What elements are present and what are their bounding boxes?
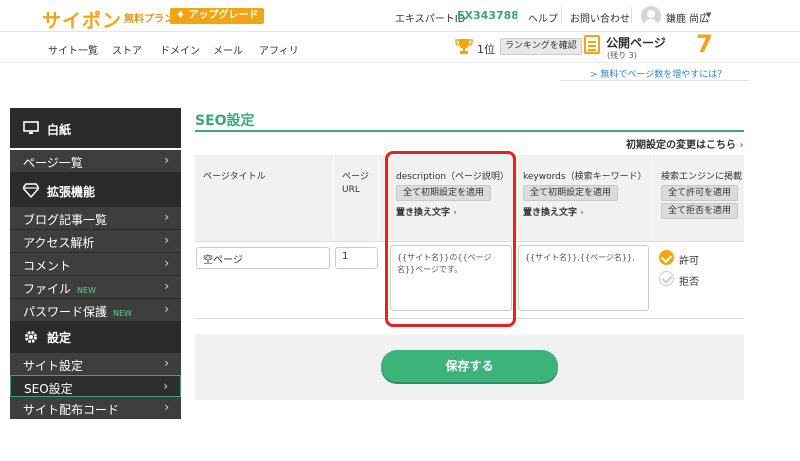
gear-icon: [25, 331, 37, 343]
title-underline: [195, 130, 744, 132]
column-page-title: ページタイトル: [203, 172, 266, 182]
column-keywords: keywords（検索キーワード）: [523, 172, 647, 182]
header-divider: [631, 7, 632, 23]
chevron-down-icon[interactable]: ▼: [706, 11, 711, 19]
rank-value: 1位: [477, 43, 495, 56]
keywords-textarea[interactable]: {{サイト名}},{{ページ名}},: [518, 245, 649, 311]
ranking-button[interactable]: ランキングを確認: [500, 38, 582, 55]
column-divider: [378, 158, 379, 238]
sidebar-item-label: SEO設定: [24, 382, 73, 396]
nav-mail[interactable]: メール: [213, 42, 243, 57]
column-divider: [652, 158, 653, 238]
allow-all-button[interactable]: 全て許可を適用: [661, 185, 739, 201]
save-button[interactable]: 保存する: [381, 350, 558, 382]
page-url-input[interactable]: 1: [335, 247, 378, 269]
chevron-right-icon: ›: [164, 302, 169, 316]
chevron-right-icon: ›: [163, 379, 168, 393]
sidebar-section-label: 設定: [47, 331, 72, 345]
header-divider: [561, 7, 562, 23]
sidebar-item-password[interactable]: パスワード保護 NEW ›: [10, 299, 181, 321]
sidebar-item-comment[interactable]: コメント ›: [10, 253, 181, 275]
sidebar-item-label: パスワード保護: [23, 305, 108, 319]
pages-remaining: (残り 3): [607, 51, 637, 60]
trophy-icon: [455, 39, 473, 54]
published-pages-count: 7: [696, 30, 713, 58]
sidebar-section-extensions: 拡張機能: [10, 172, 181, 209]
sidebar-section-settings: 設定: [10, 321, 181, 353]
header-divider: [0, 31, 800, 32]
chevron-right-icon: ›: [164, 256, 169, 270]
chevron-right-icon: ›: [164, 153, 169, 167]
help-link[interactable]: ヘルプ: [528, 10, 558, 25]
sidebar-item-label: ブログ記事一覧: [23, 213, 108, 227]
monitor-icon: [23, 121, 39, 134]
sidebar-item-label: ページ一覧: [23, 156, 83, 170]
sidebar-item-label: サイト設定: [23, 359, 84, 373]
reset-defaults-link[interactable]: 初期設定の変更はこちら ›: [626, 136, 744, 151]
sidebar-item-blog[interactable]: ブログ記事一覧 ›: [10, 207, 181, 229]
sidebar-item-label: サイト配布コード: [23, 403, 120, 417]
sidebar-item-file[interactable]: ファイル NEW ›: [10, 276, 181, 298]
new-badge: NEW: [113, 309, 132, 318]
expert-id-label: エキスパートID: [395, 14, 466, 25]
page-title-input[interactable]: 空ページ: [196, 247, 330, 269]
apply-defaults-keywords-button[interactable]: 全て初期設定を適用: [523, 185, 619, 201]
expert-id-value: EX343788: [457, 9, 519, 22]
divider: [560, 80, 750, 81]
header-divider: [517, 7, 518, 23]
replace-text-keywords-link[interactable]: 置き換え文字 ›: [523, 205, 584, 218]
deny-all-button[interactable]: 全て拒否を適用: [661, 203, 739, 219]
avatar[interactable]: [641, 6, 661, 26]
nav-divider: [0, 62, 800, 63]
chevron-right-icon: ›: [164, 233, 169, 247]
highlight-annotation: [385, 151, 516, 327]
nav-site-list[interactable]: サイト一覧: [48, 42, 98, 57]
column-page-url: ページ URL: [342, 172, 369, 195]
deny-radio[interactable]: [659, 271, 674, 286]
chevron-right-icon: ›: [164, 356, 169, 370]
username[interactable]: 鎌鹿 尚広: [666, 10, 709, 25]
sidebar-item-pages[interactable]: ページ一覧 ›: [10, 150, 181, 172]
sidebar-item-label: コメント: [23, 259, 72, 273]
allow-label: 許可: [679, 256, 699, 267]
diamond-icon: [23, 183, 39, 198]
column-divider: [333, 158, 334, 238]
column-divider: [517, 158, 518, 238]
nav-domain[interactable]: ドメイン: [160, 42, 200, 57]
chevron-right-icon: ›: [164, 400, 169, 414]
nav-store[interactable]: ストア: [112, 42, 142, 57]
sidebar-item-label: ファイル: [23, 282, 72, 296]
sidebar-section-blank: 白紙: [10, 108, 181, 148]
document-icon: [584, 35, 600, 54]
sidebar-item-embed-code[interactable]: サイト配布コード ›: [10, 397, 181, 419]
nav-affiliate[interactable]: アフィリ: [259, 42, 299, 57]
chevron-right-icon: ›: [164, 210, 169, 224]
page-title: SEO設定: [195, 113, 255, 129]
sidebar-item-seo[interactable]: SEO設定 ›: [10, 375, 181, 397]
contact-link[interactable]: お問い合わせ: [570, 10, 630, 25]
sidebar-item-site-settings[interactable]: サイト設定 ›: [10, 353, 181, 375]
sidebar-section-label: 白紙: [47, 123, 72, 137]
sidebar-item-label: アクセス解析: [23, 236, 95, 250]
chevron-right-icon: ›: [164, 279, 169, 293]
new-badge: NEW: [77, 286, 96, 295]
sidebar-item-access[interactable]: アクセス解析 ›: [10, 230, 181, 252]
allow-radio[interactable]: [659, 250, 674, 265]
plan-label: 無料プラン: [124, 14, 174, 25]
sidebar-section-label: 拡張機能: [47, 185, 96, 199]
upgrade-button[interactable]: ♦ アップグレード: [170, 8, 265, 24]
saipon-logo[interactable]: サイポン: [42, 6, 122, 33]
deny-label: 拒否: [679, 277, 699, 288]
published-pages-label: 公開ページ: [606, 36, 666, 50]
increase-pages-link[interactable]: > 無料でページ数を増やすには？: [590, 67, 726, 80]
column-search-engine: 検索エンジンに掲載: [661, 172, 743, 182]
